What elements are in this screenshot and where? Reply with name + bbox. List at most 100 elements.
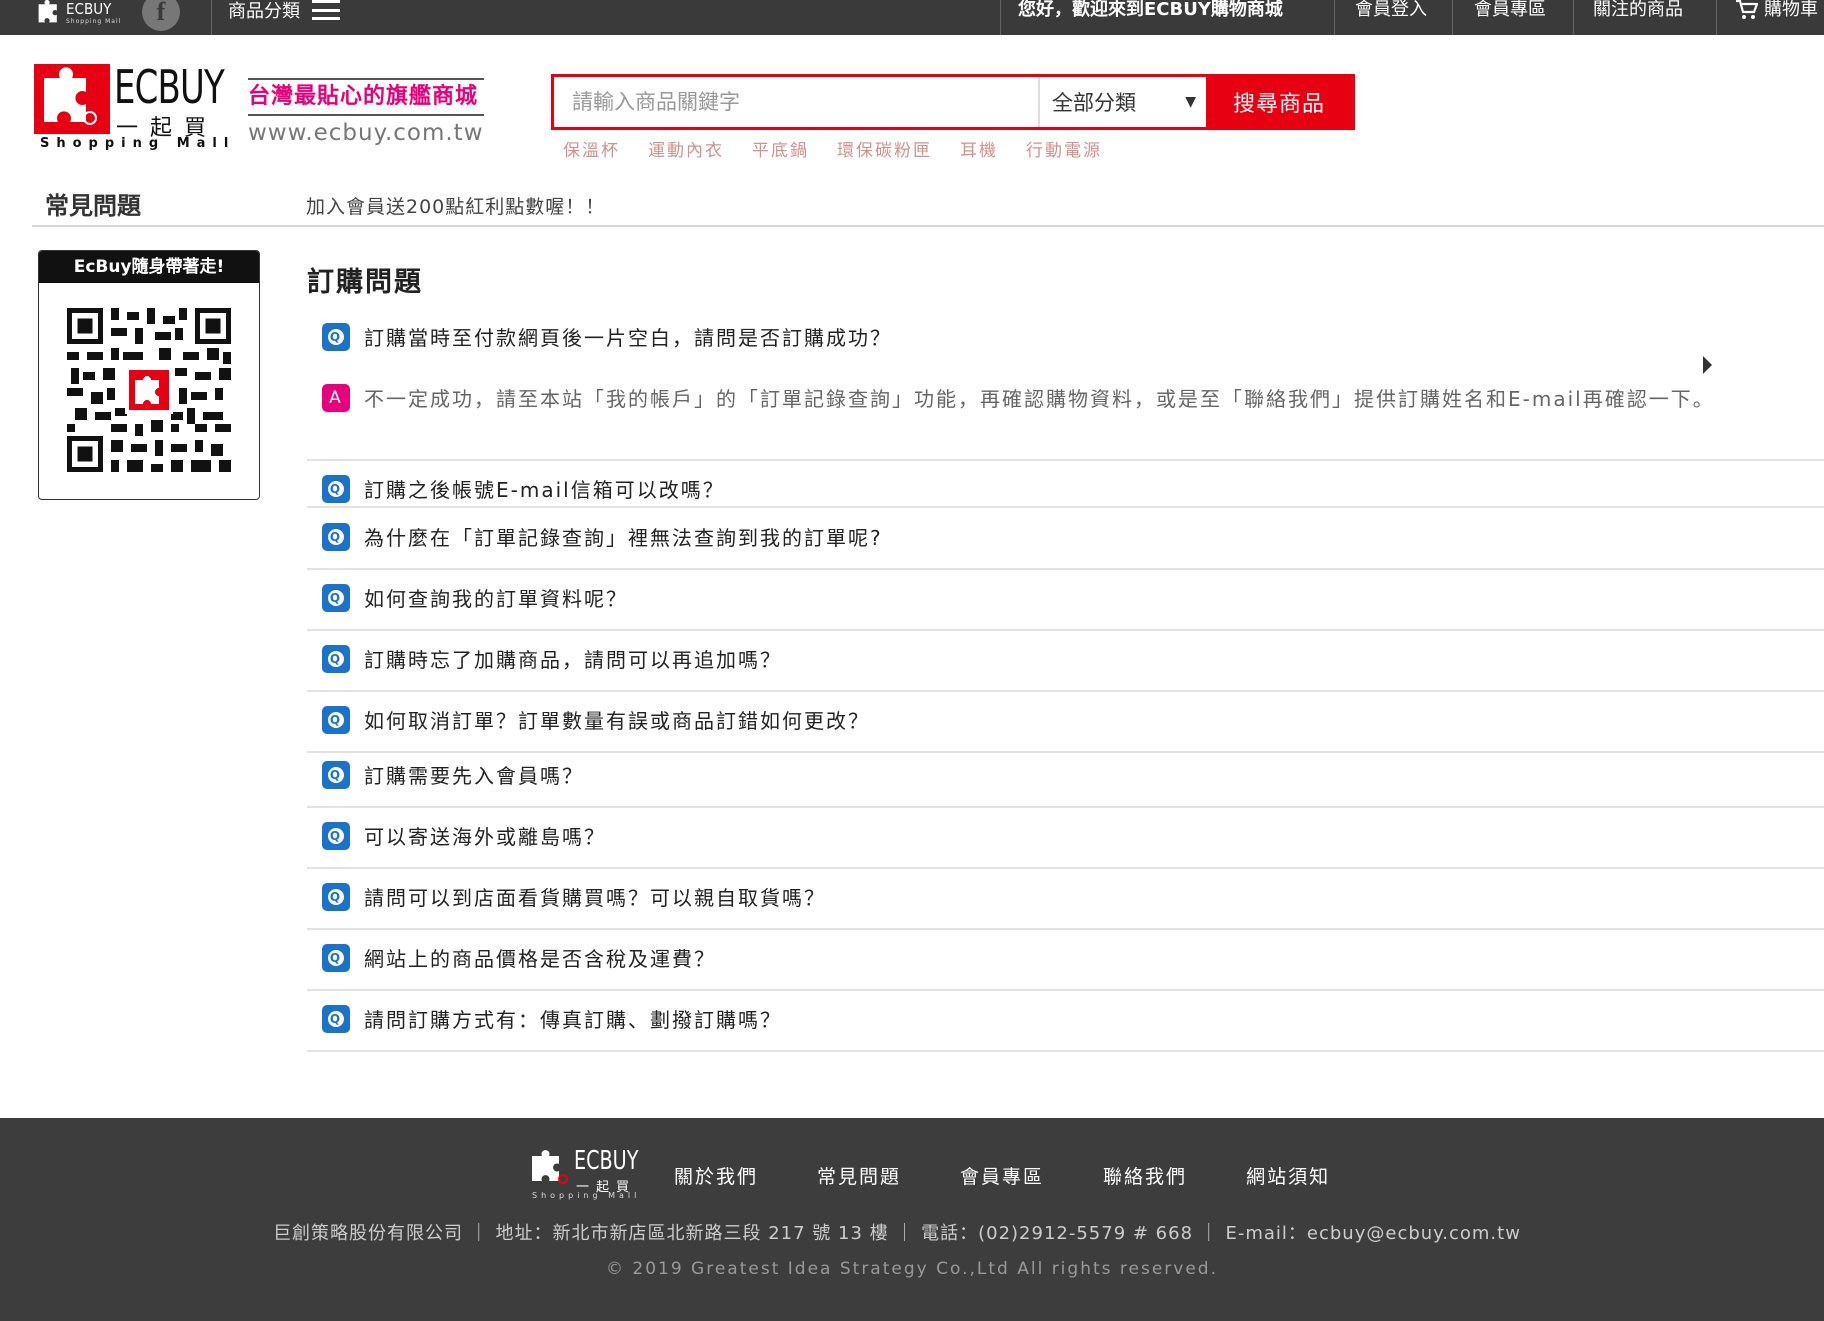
question-badge-icon: Q (322, 760, 350, 789)
faq-question[interactable]: Q 為什麼在「訂單記錄查詢」裡無法查詢到我的訂單呢? (322, 522, 883, 551)
qr-title: EcBuy隨身帶著走! (39, 251, 259, 283)
search-button[interactable]: 搜尋商品 (1206, 77, 1352, 127)
question-badge-icon: Q (322, 1004, 350, 1033)
faq-divider (307, 506, 1824, 508)
welcome-text: 您好，歡迎來到ECBUY購物商城 (1018, 0, 1283, 20)
answer-badge-icon: A (322, 383, 350, 412)
faq-question[interactable]: Q 訂購當時至付款網頁後一片空白，請問是否訂購成功？ (322, 322, 892, 351)
footer-link-member[interactable]: 會員專區 (960, 1162, 1044, 1189)
hot-keyword-link[interactable]: 保溫杯 (563, 136, 620, 161)
cart-label: 購物車 (1764, 0, 1818, 20)
faq-question-text: 為什麼在「訂單記錄查詢」裡無法查詢到我的訂單呢? (364, 526, 883, 550)
topbar-divider (1573, 0, 1574, 35)
faq-question-text: 訂購當時至付款網頁後一片空白，請問是否訂購成功？ (364, 326, 892, 350)
logo-english: Shopping Mall (40, 136, 236, 151)
faq-question[interactable]: Q 訂購時忘了加購商品，請問可以再追加嗎？ (322, 644, 782, 673)
footer-link-terms[interactable]: 網站須知 (1246, 1162, 1330, 1189)
faq-question[interactable]: Q 請問可以到店面看貨購買嗎？可以親自取貨嗎？ (322, 882, 826, 911)
qr-code-panel: EcBuy隨身帶著走! (38, 250, 260, 500)
faq-question-text: 網站上的商品價格是否含稅及運費？ (364, 947, 716, 971)
copyright-text: © 2019 Greatest Idea Strategy Co.,Ltd Al… (605, 1259, 1218, 1279)
facebook-icon[interactable]: f (142, 0, 180, 31)
faq-divider (307, 459, 1824, 461)
top-logo-word: ECBUY (66, 0, 112, 18)
question-badge-icon: Q (322, 705, 350, 734)
faq-question[interactable]: Q 如何取消訂單？訂單數量有誤或商品訂錯如何更改？ (322, 705, 870, 734)
faq-question-text: 如何取消訂單？訂單數量有誤或商品訂錯如何更改？ (364, 709, 870, 733)
faq-question-text: 訂購需要先入會員嗎？ (364, 764, 584, 788)
hot-keyword-link[interactable]: 平底鍋 (752, 136, 809, 161)
puzzle-logo-icon (38, 0, 57, 23)
faq-divider (307, 690, 1824, 692)
top-logo-sub: Shopping Mall (66, 18, 122, 25)
top-logo[interactable]: ECBUY Shopping Mall (36, 0, 121, 30)
question-badge-icon: Q (322, 322, 350, 351)
category-menu-label: 商品分類 (228, 1, 300, 22)
footer-link-contact[interactable]: 聯絡我們 (1103, 1162, 1187, 1189)
hot-keyword-link[interactable]: 行動電源 (1026, 136, 1102, 161)
facebook-label: f (156, 0, 166, 26)
topbar-divider (1334, 0, 1335, 35)
login-link[interactable]: 會員登入 (1355, 0, 1427, 20)
topbar-divider (1716, 0, 1717, 35)
puzzle-logo-icon (34, 64, 110, 134)
faq-question-text: 訂購之後帳號E-mail信箱可以改嗎？ (364, 478, 725, 502)
search-input[interactable] (554, 77, 1038, 127)
category-select[interactable]: 全部分類 ▼ (1038, 77, 1206, 127)
category-select-value: 全部分類 (1052, 91, 1136, 115)
faq-question[interactable]: Q 可以寄送海外或離島嗎？ (322, 821, 606, 850)
header-divider (32, 225, 1824, 227)
hot-keyword-link[interactable]: 運動內衣 (648, 136, 724, 161)
member-area-link[interactable]: 會員專區 (1474, 0, 1546, 20)
faq-divider (307, 629, 1824, 631)
hot-keyword-link[interactable]: 耳機 (960, 136, 998, 161)
puzzle-logo-icon (532, 1150, 568, 1184)
watchlist-link[interactable]: 關注的商品 (1593, 0, 1683, 20)
footer-nav: 關於我們 常見問題 會員專區 聯絡我們 網站須知 (674, 1162, 1389, 1189)
cart-icon (1736, 0, 1758, 19)
footer-logo[interactable]: ECBUY 一起買 Shopping Mall (530, 1146, 640, 1200)
site-logo[interactable]: ECBUY 一起買 Shopping Mall (34, 62, 236, 154)
faq-divider (307, 806, 1824, 808)
question-badge-icon: Q (322, 943, 350, 972)
footer-link-faq[interactable]: 常見問題 (817, 1162, 901, 1189)
topbar-divider (1000, 0, 1001, 35)
faq-question[interactable]: Q 如何查詢我的訂單資料呢？ (322, 583, 628, 612)
question-badge-icon: Q (322, 644, 350, 673)
faq-question[interactable]: Q 訂購需要先入會員嗎？ (322, 760, 584, 789)
slogan-block: 台灣最貼心的旗艦商城 www.ecbuy.com.tw (248, 78, 484, 150)
faq-question-text: 可以寄送海外或離島嗎？ (364, 825, 606, 849)
slogan-text: 台灣最貼心的旗艦商城 (248, 84, 479, 109)
topbar-divider (1452, 0, 1453, 35)
category-menu-button[interactable]: 商品分類 (228, 0, 340, 22)
faq-question[interactable]: Q 請問訂購方式有：傳真訂購、劃撥訂購嗎？ (322, 1004, 782, 1033)
faq-question-text: 請問可以到店面看貨購買嗎？可以親自取貨嗎？ (364, 886, 826, 910)
faq-divider (307, 1050, 1824, 1052)
caret-right-icon (1703, 356, 1712, 374)
faq-question[interactable]: Q 訂購之後帳號E-mail信箱可以改嗎？ (322, 474, 725, 503)
cart-link[interactable]: 購物車 (1736, 0, 1818, 20)
faq-question-text: 訂購時忘了加購商品，請問可以再追加嗎？ (364, 648, 782, 672)
page-title: 常見問題 (45, 192, 141, 220)
dropdown-arrow-icon: ▼ (1185, 94, 1196, 110)
footer-logo-word: ECBUY (574, 1146, 639, 1176)
topbar-divider (211, 0, 212, 35)
faq-question[interactable]: Q 網站上的商品價格是否含稅及運費？ (322, 943, 716, 972)
hamburger-icon (312, 0, 340, 20)
hot-keywords: 保溫杯 運動內衣 平底鍋 環保碳粉匣 耳機 行動電源 (563, 136, 1102, 161)
faq-section-heading: 訂購問題 (307, 267, 423, 298)
hot-keyword-link[interactable]: 環保碳粉匣 (837, 136, 932, 161)
footer-link-about[interactable]: 關於我們 (674, 1162, 758, 1189)
qr-code-image (67, 308, 231, 472)
promo-text[interactable]: 加入會員送200點紅利點數喔！！ (306, 192, 605, 219)
question-badge-icon: Q (322, 583, 350, 612)
question-badge-icon: Q (322, 882, 350, 911)
question-badge-icon: Q (322, 522, 350, 551)
faq-answer: A 不一定成功，請至本站「我的帳戶」的「訂單記錄查詢」功能，再確認購物資料，或是… (322, 383, 1715, 412)
faq-question-text: 如何查詢我的訂單資料呢？ (364, 587, 628, 611)
faq-divider (307, 867, 1824, 869)
top-bar: ECBUY Shopping Mall f 商品分類 您好，歡迎來到ECBUY購… (0, 0, 1824, 35)
search-bar: 全部分類 ▼ 搜尋商品 (551, 74, 1355, 130)
faq-divider (307, 568, 1824, 570)
site-url-text: www.ecbuy.com.tw (248, 120, 484, 146)
